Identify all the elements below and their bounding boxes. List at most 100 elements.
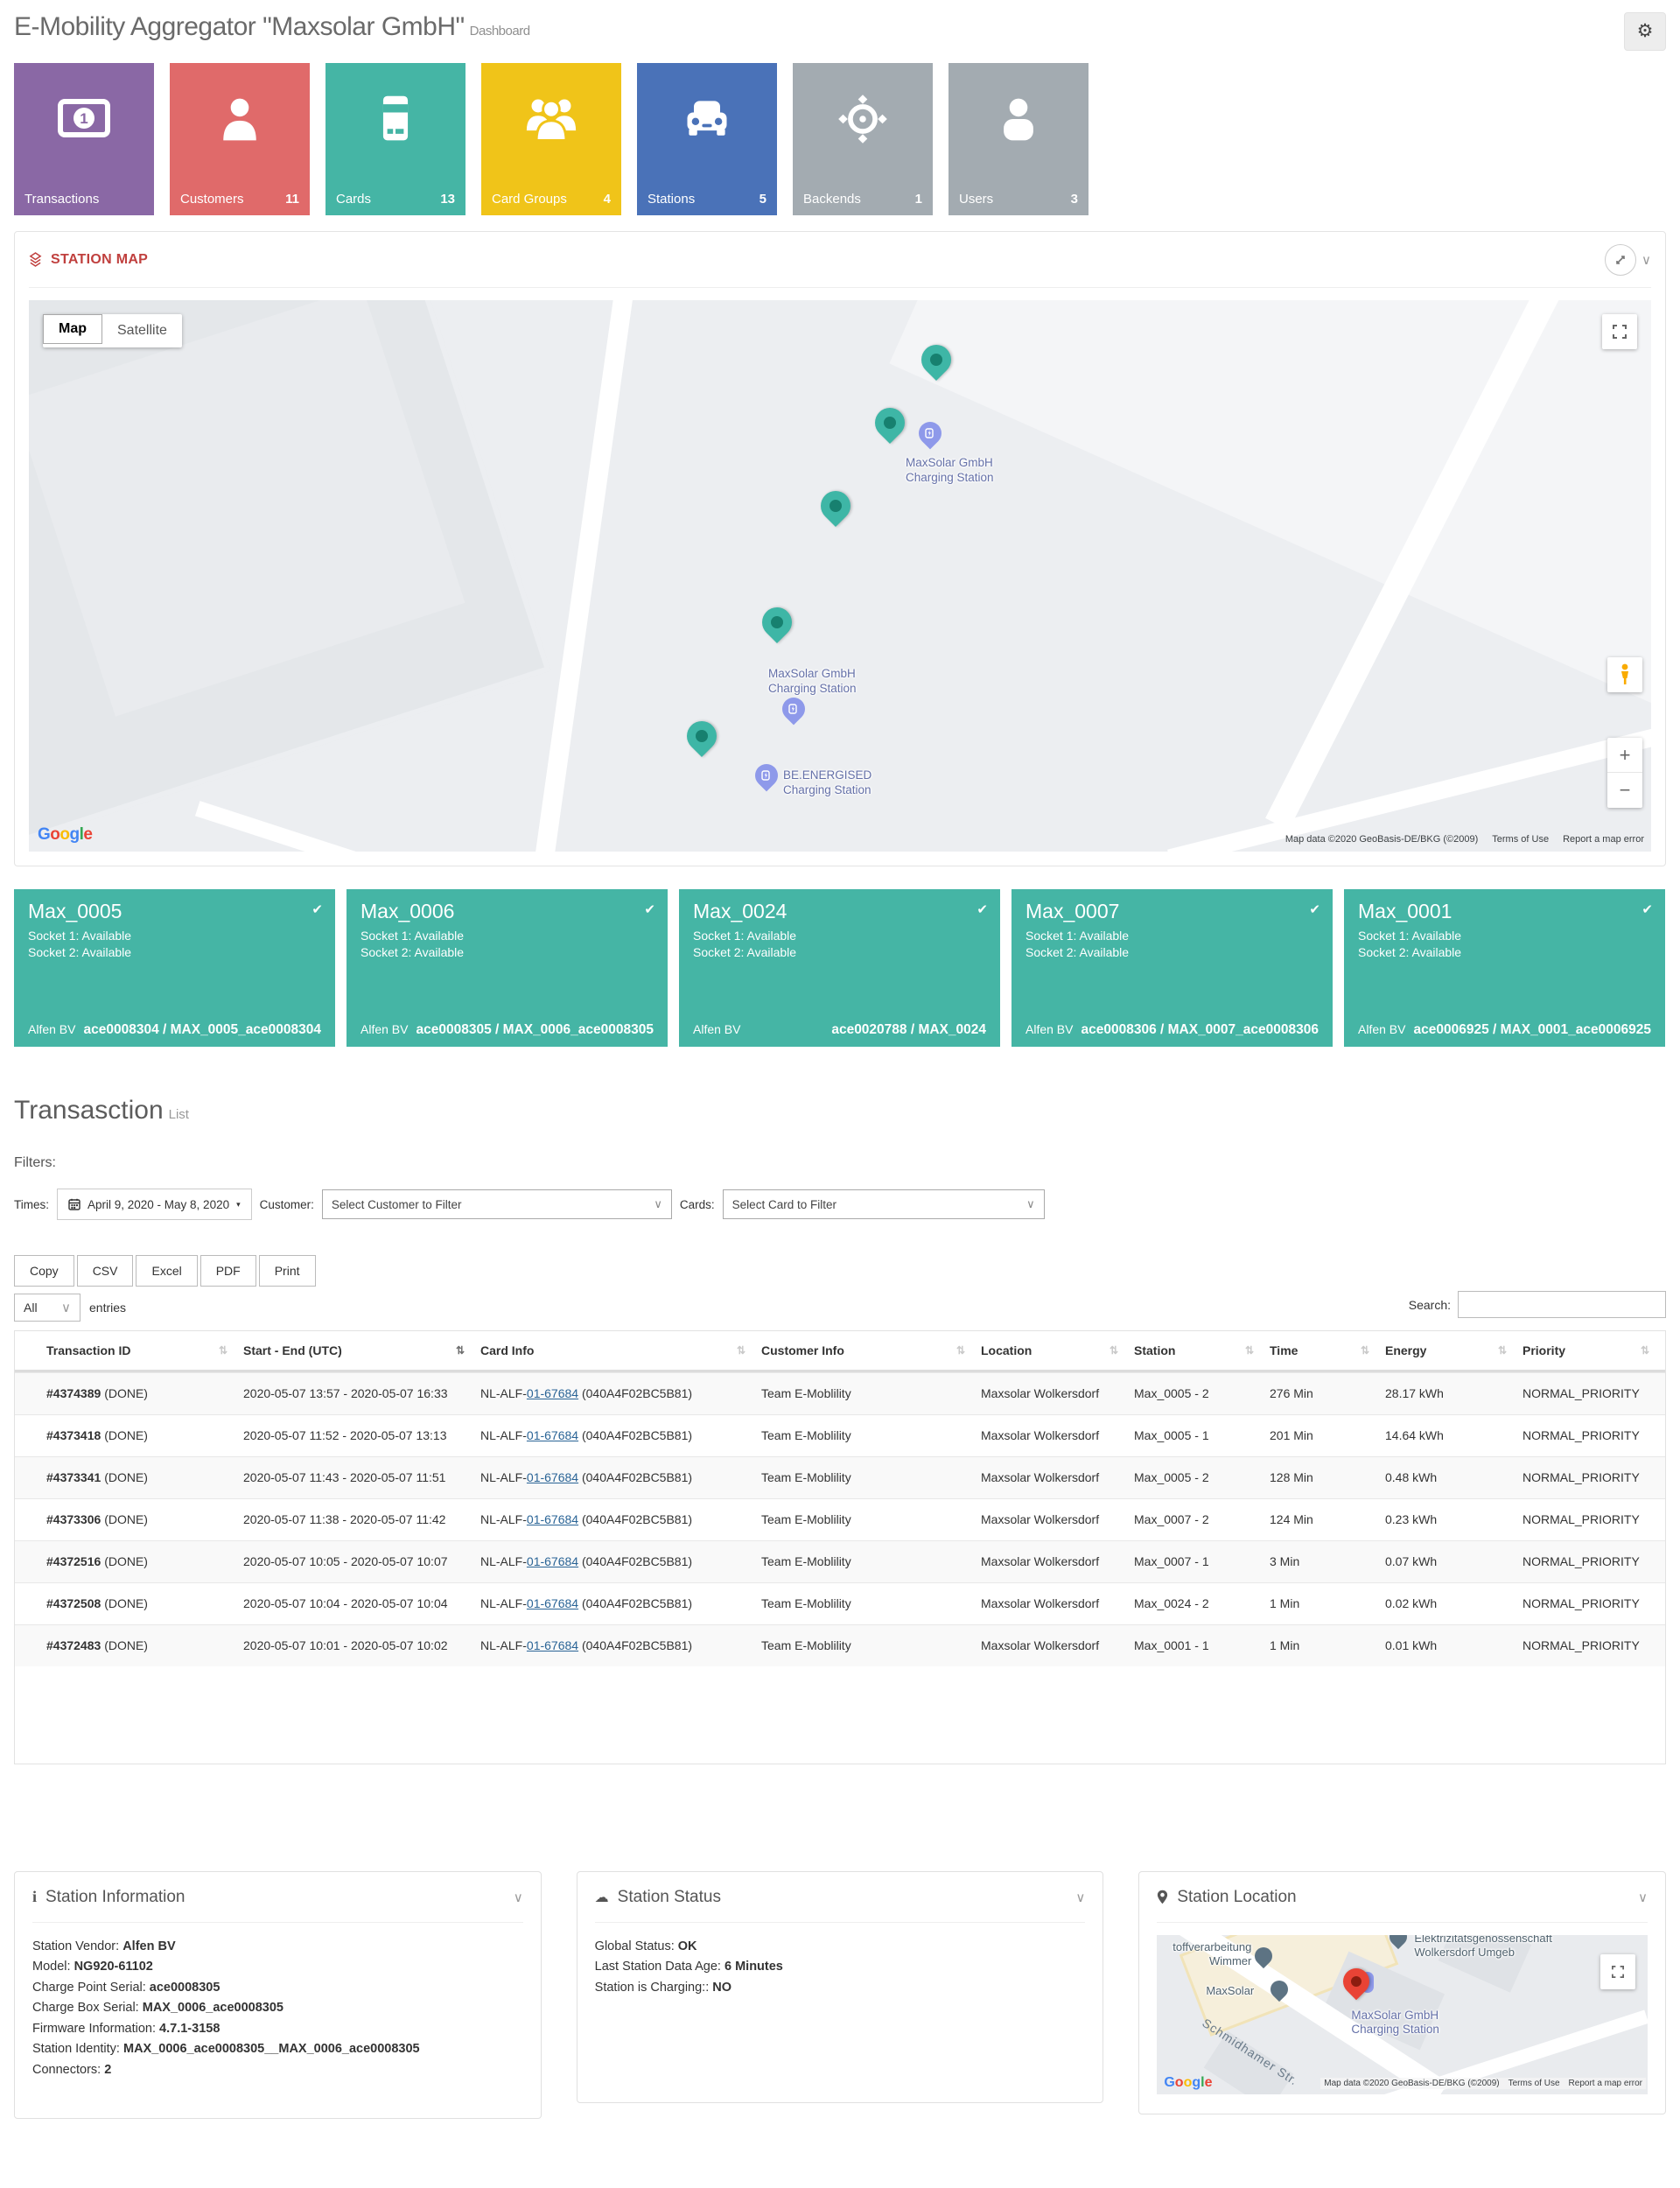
- check-icon: ✔: [976, 901, 988, 917]
- charging-station-icon: [761, 770, 772, 781]
- card-link[interactable]: 01-67684: [527, 1596, 578, 1610]
- map-fullscreen-button[interactable]: [1600, 1954, 1635, 1989]
- customer-filter-select[interactable]: Select Customer to Filter ∨: [322, 1189, 672, 1219]
- report-error-link[interactable]: Report a map error: [1569, 2079, 1642, 2088]
- station-card-max-0006[interactable]: Max_0006 ✔ Socket 1: AvailableSocket 2: …: [346, 889, 668, 1047]
- collapse-chevron-icon[interactable]: ∨: [514, 1890, 523, 1905]
- cloud-icon: ☁: [595, 1889, 609, 1906]
- tile-transactions[interactable]: 1 Transactions: [14, 63, 154, 215]
- cards-filter-label: Cards:: [680, 1198, 715, 1211]
- map-type-satellite-button[interactable]: Satellite: [102, 314, 182, 347]
- map-poi-label: BE.ENERGISEDCharging Station: [783, 768, 872, 797]
- station-pin[interactable]: [756, 601, 798, 643]
- tile-cards[interactable]: Cards13: [326, 63, 466, 215]
- card-link[interactable]: 01-67684: [527, 1512, 578, 1526]
- map-zoom-control: + −: [1607, 738, 1642, 808]
- socket-status: Socket 1: Available: [1026, 928, 1319, 944]
- report-error-link[interactable]: Report a map error: [1563, 834, 1644, 845]
- socket-status: Socket 2: Available: [693, 944, 986, 961]
- card-link[interactable]: 01-67684: [527, 1386, 578, 1400]
- check-icon: ✔: [644, 901, 655, 917]
- date-range-picker[interactable]: April 9, 2020 - May 8, 2020 ▾: [57, 1189, 252, 1220]
- copy-button[interactable]: Copy: [14, 1255, 74, 1287]
- map-type-map-button[interactable]: Map: [43, 314, 102, 344]
- station-information-panel: i Station Information ∨ Station Vendor: …: [14, 1871, 542, 2119]
- map-fullscreen-button[interactable]: [1602, 314, 1637, 349]
- charging-poi-pin[interactable]: [751, 760, 783, 792]
- search-label: Search:: [1409, 1298, 1451, 1312]
- station-pin[interactable]: [681, 715, 723, 757]
- pegman-icon: [1618, 663, 1632, 686]
- tile-users[interactable]: Users3: [948, 63, 1088, 215]
- station-card-max-0005[interactable]: Max_0005 ✔ Socket 1: AvailableSocket 2: …: [14, 889, 335, 1047]
- google-logo[interactable]: Google: [1164, 2075, 1212, 2091]
- map-poi-label: toffverarbeitungWimmer: [1160, 1940, 1251, 1968]
- col-time[interactable]: Time⇅: [1270, 1331, 1385, 1370]
- layers-icon: [29, 252, 42, 267]
- table-row: #4373418 (DONE) 2020-05-07 11:52 - 2020-…: [15, 1414, 1665, 1456]
- collapse-chevron-icon[interactable]: ∨: [1638, 1890, 1648, 1905]
- settings-button[interactable]: ⚙: [1624, 12, 1666, 51]
- tile-count: 11: [285, 192, 299, 207]
- col-transaction-id[interactable]: Transaction ID⇅: [15, 1331, 243, 1370]
- expand-panel-button[interactable]: [1605, 244, 1636, 276]
- terms-link[interactable]: Terms of Use: [1508, 2079, 1560, 2088]
- station-status-title: Station Status: [618, 1888, 721, 1907]
- col-start-end[interactable]: Start - End (UTC)⇅: [243, 1331, 480, 1370]
- tile-card-groups[interactable]: Card Groups4: [481, 63, 621, 215]
- collapse-chevron-icon[interactable]: ∨: [1642, 252, 1651, 268]
- col-energy[interactable]: Energy⇅: [1385, 1331, 1522, 1370]
- google-logo[interactable]: Google: [38, 825, 92, 845]
- station-pin[interactable]: [815, 485, 857, 527]
- charging-poi-pin[interactable]: [778, 693, 810, 726]
- tile-stations[interactable]: Stations5: [637, 63, 777, 215]
- sort-icon: ⇅: [219, 1344, 228, 1357]
- fullscreen-icon: [1612, 1966, 1624, 1978]
- station-identity: ace0020788 / MAX_0024: [831, 1022, 986, 1038]
- entries-per-page-select[interactable]: All ∨: [14, 1294, 80, 1322]
- card-link[interactable]: 01-67684: [527, 1428, 578, 1442]
- station-location-map[interactable]: Schmidhamer Str. toffverarbeitungWimmer …: [1157, 1935, 1648, 2094]
- station-map[interactable]: Map Satellite MaxSo: [29, 300, 1651, 852]
- card-link[interactable]: 01-67684: [527, 1638, 578, 1652]
- entries-label: entries: [89, 1301, 126, 1315]
- print-button[interactable]: Print: [259, 1255, 316, 1287]
- card-filter-select[interactable]: Select Card to Filter ∨: [723, 1189, 1045, 1219]
- search-input[interactable]: [1458, 1291, 1666, 1318]
- table-row: #4372508 (DONE) 2020-05-07 10:04 - 2020-…: [15, 1582, 1665, 1624]
- collapse-chevron-icon[interactable]: ∨: [1075, 1890, 1085, 1905]
- tile-count: 4: [604, 192, 611, 207]
- socket-status: Socket 2: Available: [1026, 944, 1319, 961]
- station-location-panel: Station Location ∨ Schmidhamer Str. toff…: [1138, 1871, 1666, 2114]
- people-group-icon: [524, 93, 578, 145]
- col-priority[interactable]: Priority⇅: [1522, 1331, 1665, 1370]
- col-location[interactable]: Location⇅: [981, 1331, 1134, 1370]
- station-card-max-0007[interactable]: Max_0007 ✔ Socket 1: AvailableSocket 2: …: [1012, 889, 1333, 1047]
- station-card-max-0024[interactable]: Max_0024 ✔ Socket 1: AvailableSocket 2: …: [679, 889, 1000, 1047]
- pdf-button[interactable]: PDF: [200, 1255, 256, 1287]
- tile-customers[interactable]: Customers11: [170, 63, 310, 215]
- col-customer-info[interactable]: Customer Info⇅: [761, 1331, 981, 1370]
- map-attribution: Map data ©2020 GeoBasis-DE/BKG (©2009) T…: [1285, 834, 1644, 845]
- station-status-panel: ☁ Station Status ∨ Global Status: OK Las…: [577, 1871, 1104, 2103]
- sort-icon: ⇅: [737, 1344, 746, 1357]
- card-link[interactable]: 01-67684: [527, 1554, 578, 1568]
- tile-backends[interactable]: Backends1: [793, 63, 933, 215]
- station-map-panel: STATION MAP ∨ Map Satellite: [14, 231, 1666, 866]
- table-row: #4373341 (DONE) 2020-05-07 11:43 - 2020-…: [15, 1456, 1665, 1498]
- sort-icon: ⇅: [1110, 1344, 1118, 1357]
- zoom-out-button[interactable]: −: [1607, 773, 1642, 808]
- card-link[interactable]: 01-67684: [527, 1470, 578, 1484]
- terms-link[interactable]: Terms of Use: [1492, 834, 1549, 845]
- station-pin[interactable]: [869, 402, 911, 444]
- station-card-max-0001[interactable]: Max_0001 ✔ Socket 1: AvailableSocket 2: …: [1344, 889, 1665, 1047]
- map-data-text: Map data ©2020 GeoBasis-DE/BKG (©2009): [1285, 834, 1478, 845]
- col-station[interactable]: Station⇅: [1134, 1331, 1270, 1370]
- zoom-in-button[interactable]: +: [1607, 738, 1642, 773]
- charging-poi-pin[interactable]: [914, 417, 947, 450]
- excel-button[interactable]: Excel: [136, 1255, 197, 1287]
- svg-text:1: 1: [80, 110, 88, 127]
- csv-button[interactable]: CSV: [77, 1255, 134, 1287]
- col-card-info[interactable]: Card Info⇅: [480, 1331, 761, 1370]
- pegman-control[interactable]: [1607, 657, 1642, 692]
